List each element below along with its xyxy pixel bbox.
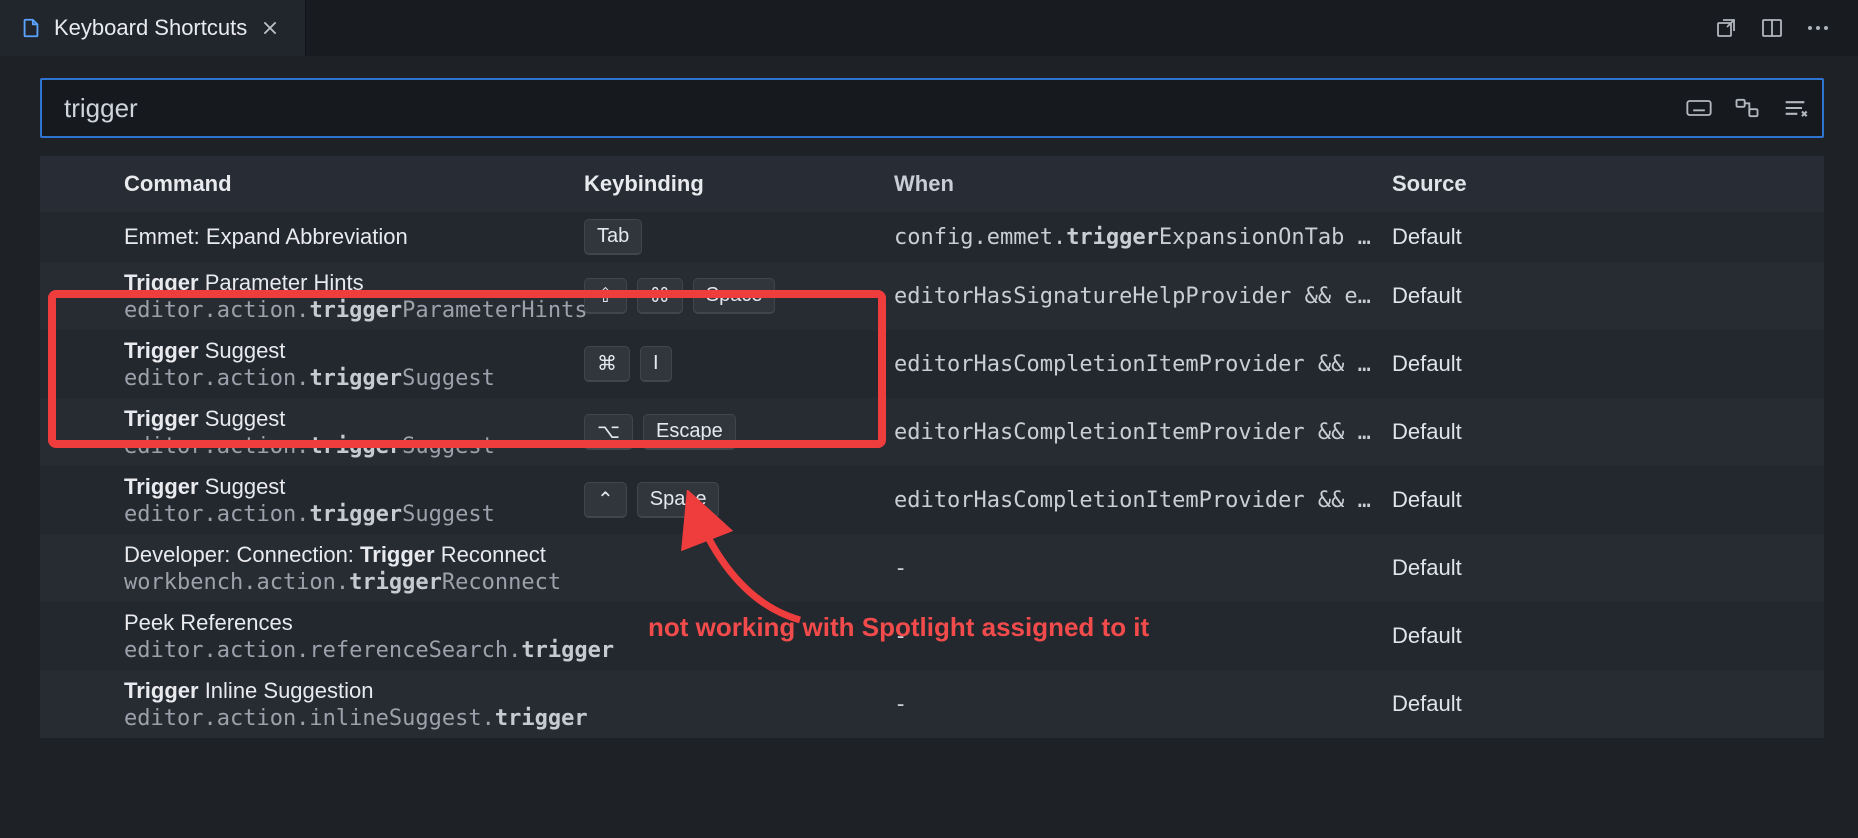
command-id: workbench.action.triggerReconnect bbox=[124, 570, 584, 595]
keyboard-icon[interactable] bbox=[1684, 93, 1714, 123]
table-row[interactable]: Emmet: Expand AbbreviationTab config.emme… bbox=[40, 212, 1824, 262]
keybinding-cell: Tab bbox=[584, 219, 894, 255]
command-id: editor.action.triggerSuggest bbox=[124, 434, 584, 459]
col-when[interactable]: When bbox=[894, 171, 1392, 197]
key-cap: Tab bbox=[584, 219, 642, 255]
key-cap: ⌥ bbox=[584, 414, 633, 450]
table-body: Emmet: Expand AbbreviationTab config.emme… bbox=[40, 212, 1824, 738]
source-cell: Default bbox=[1392, 224, 1522, 250]
command-id: editor.action.referenceSearch.trigger bbox=[124, 638, 584, 663]
table-row[interactable]: Trigger Suggesteditor.action.triggerSugg… bbox=[40, 330, 1824, 398]
when-clause: - bbox=[894, 624, 1392, 649]
command-name: Trigger Suggest bbox=[124, 474, 584, 500]
source-cell: Default bbox=[1392, 419, 1522, 445]
search-box[interactable] bbox=[40, 78, 1824, 138]
col-keybinding[interactable]: Keybinding bbox=[584, 171, 894, 197]
command-id: editor.action.triggerSuggest bbox=[124, 366, 584, 391]
key-cap: Space bbox=[693, 278, 776, 314]
keybinding-cell: ⇧ ⌘ Space bbox=[584, 278, 894, 314]
source-cell: Default bbox=[1392, 623, 1522, 649]
source-cell: Default bbox=[1392, 283, 1522, 309]
command-name: Peek References bbox=[124, 610, 584, 636]
more-actions-icon[interactable] bbox=[1806, 16, 1830, 40]
search-actions bbox=[1684, 93, 1810, 123]
when-clause: editorHasSignatureHelpProvider && edito… bbox=[894, 284, 1392, 309]
command-id: editor.action.inlineSuggest.trigger bbox=[124, 706, 584, 731]
tab-title: Keyboard Shortcuts bbox=[54, 15, 247, 41]
editor-tab-keyboard-shortcuts[interactable]: Keyboard Shortcuts bbox=[0, 0, 306, 56]
title-actions bbox=[1714, 16, 1858, 40]
table-row[interactable]: Developer: Connection: Trigger Reconnect… bbox=[40, 534, 1824, 602]
source-cell: Default bbox=[1392, 351, 1522, 377]
key-cap: I bbox=[640, 346, 672, 382]
shortcuts-table: Command Keybinding When Source Emmet: Ex… bbox=[40, 156, 1824, 738]
table-row[interactable]: Trigger Parameter Hintseditor.action.tri… bbox=[40, 262, 1824, 330]
when-clause: config.emmet.triggerExpansionOnTab && e… bbox=[894, 225, 1392, 250]
keybinding-cell: ⌘I bbox=[584, 346, 894, 382]
key-cap: Space bbox=[637, 482, 720, 518]
source-cell: Default bbox=[1392, 487, 1522, 513]
command-name: Trigger Parameter Hints bbox=[124, 270, 584, 296]
source-cell: Default bbox=[1392, 691, 1522, 717]
col-command[interactable]: Command bbox=[124, 171, 584, 197]
tab-bar: Keyboard Shortcuts bbox=[0, 0, 1858, 56]
split-editor-icon[interactable] bbox=[1760, 16, 1784, 40]
when-clause: editorHasCompletionItemProvider && text… bbox=[894, 420, 1392, 445]
search-input[interactable] bbox=[62, 92, 1684, 125]
key-cap: ⌃ bbox=[584, 482, 627, 518]
open-remote-icon[interactable] bbox=[1714, 16, 1738, 40]
file-icon bbox=[20, 17, 42, 39]
key-cap: ⌘ bbox=[584, 346, 630, 382]
command-name: Trigger Inline Suggestion bbox=[124, 678, 584, 704]
keybinding-cell: ⌃ Space bbox=[584, 482, 894, 518]
table-header: Command Keybinding When Source bbox=[40, 156, 1824, 212]
command-name: Trigger Suggest bbox=[124, 338, 584, 364]
when-clause: - bbox=[894, 692, 1392, 717]
command-id: editor.action.triggerSuggest bbox=[124, 502, 584, 527]
key-cap: ⌘ bbox=[637, 278, 683, 314]
close-icon[interactable] bbox=[259, 17, 281, 39]
keybinding-cell: ⌥ Escape bbox=[584, 414, 894, 450]
source-cell: Default bbox=[1392, 555, 1522, 581]
when-clause: editorHasCompletionItemProvider && text… bbox=[894, 352, 1392, 377]
key-cap: ⇧ bbox=[584, 278, 627, 314]
clear-filter-icon[interactable] bbox=[1780, 93, 1810, 123]
table-row[interactable]: Trigger Inline Suggestioneditor.action.i… bbox=[40, 670, 1824, 738]
table-row[interactable]: Trigger Suggesteditor.action.triggerSugg… bbox=[40, 398, 1824, 466]
table-row[interactable]: Trigger Suggesteditor.action.triggerSugg… bbox=[40, 466, 1824, 534]
search-region bbox=[0, 56, 1858, 148]
sort-precedence-icon[interactable] bbox=[1732, 93, 1762, 123]
when-clause: editorHasCompletionItemProvider && text… bbox=[894, 488, 1392, 513]
command-id: editor.action.triggerParameterHints bbox=[124, 298, 584, 323]
command-name: Trigger Suggest bbox=[124, 406, 584, 432]
command-name: Emmet: Expand Abbreviation bbox=[124, 224, 584, 250]
key-cap: Escape bbox=[643, 414, 736, 450]
table-row[interactable]: Peek Referenceseditor.action.referenceSe… bbox=[40, 602, 1824, 670]
when-clause: - bbox=[894, 556, 1392, 581]
col-source[interactable]: Source bbox=[1392, 171, 1522, 197]
command-name: Developer: Connection: Trigger Reconnect bbox=[124, 542, 584, 568]
